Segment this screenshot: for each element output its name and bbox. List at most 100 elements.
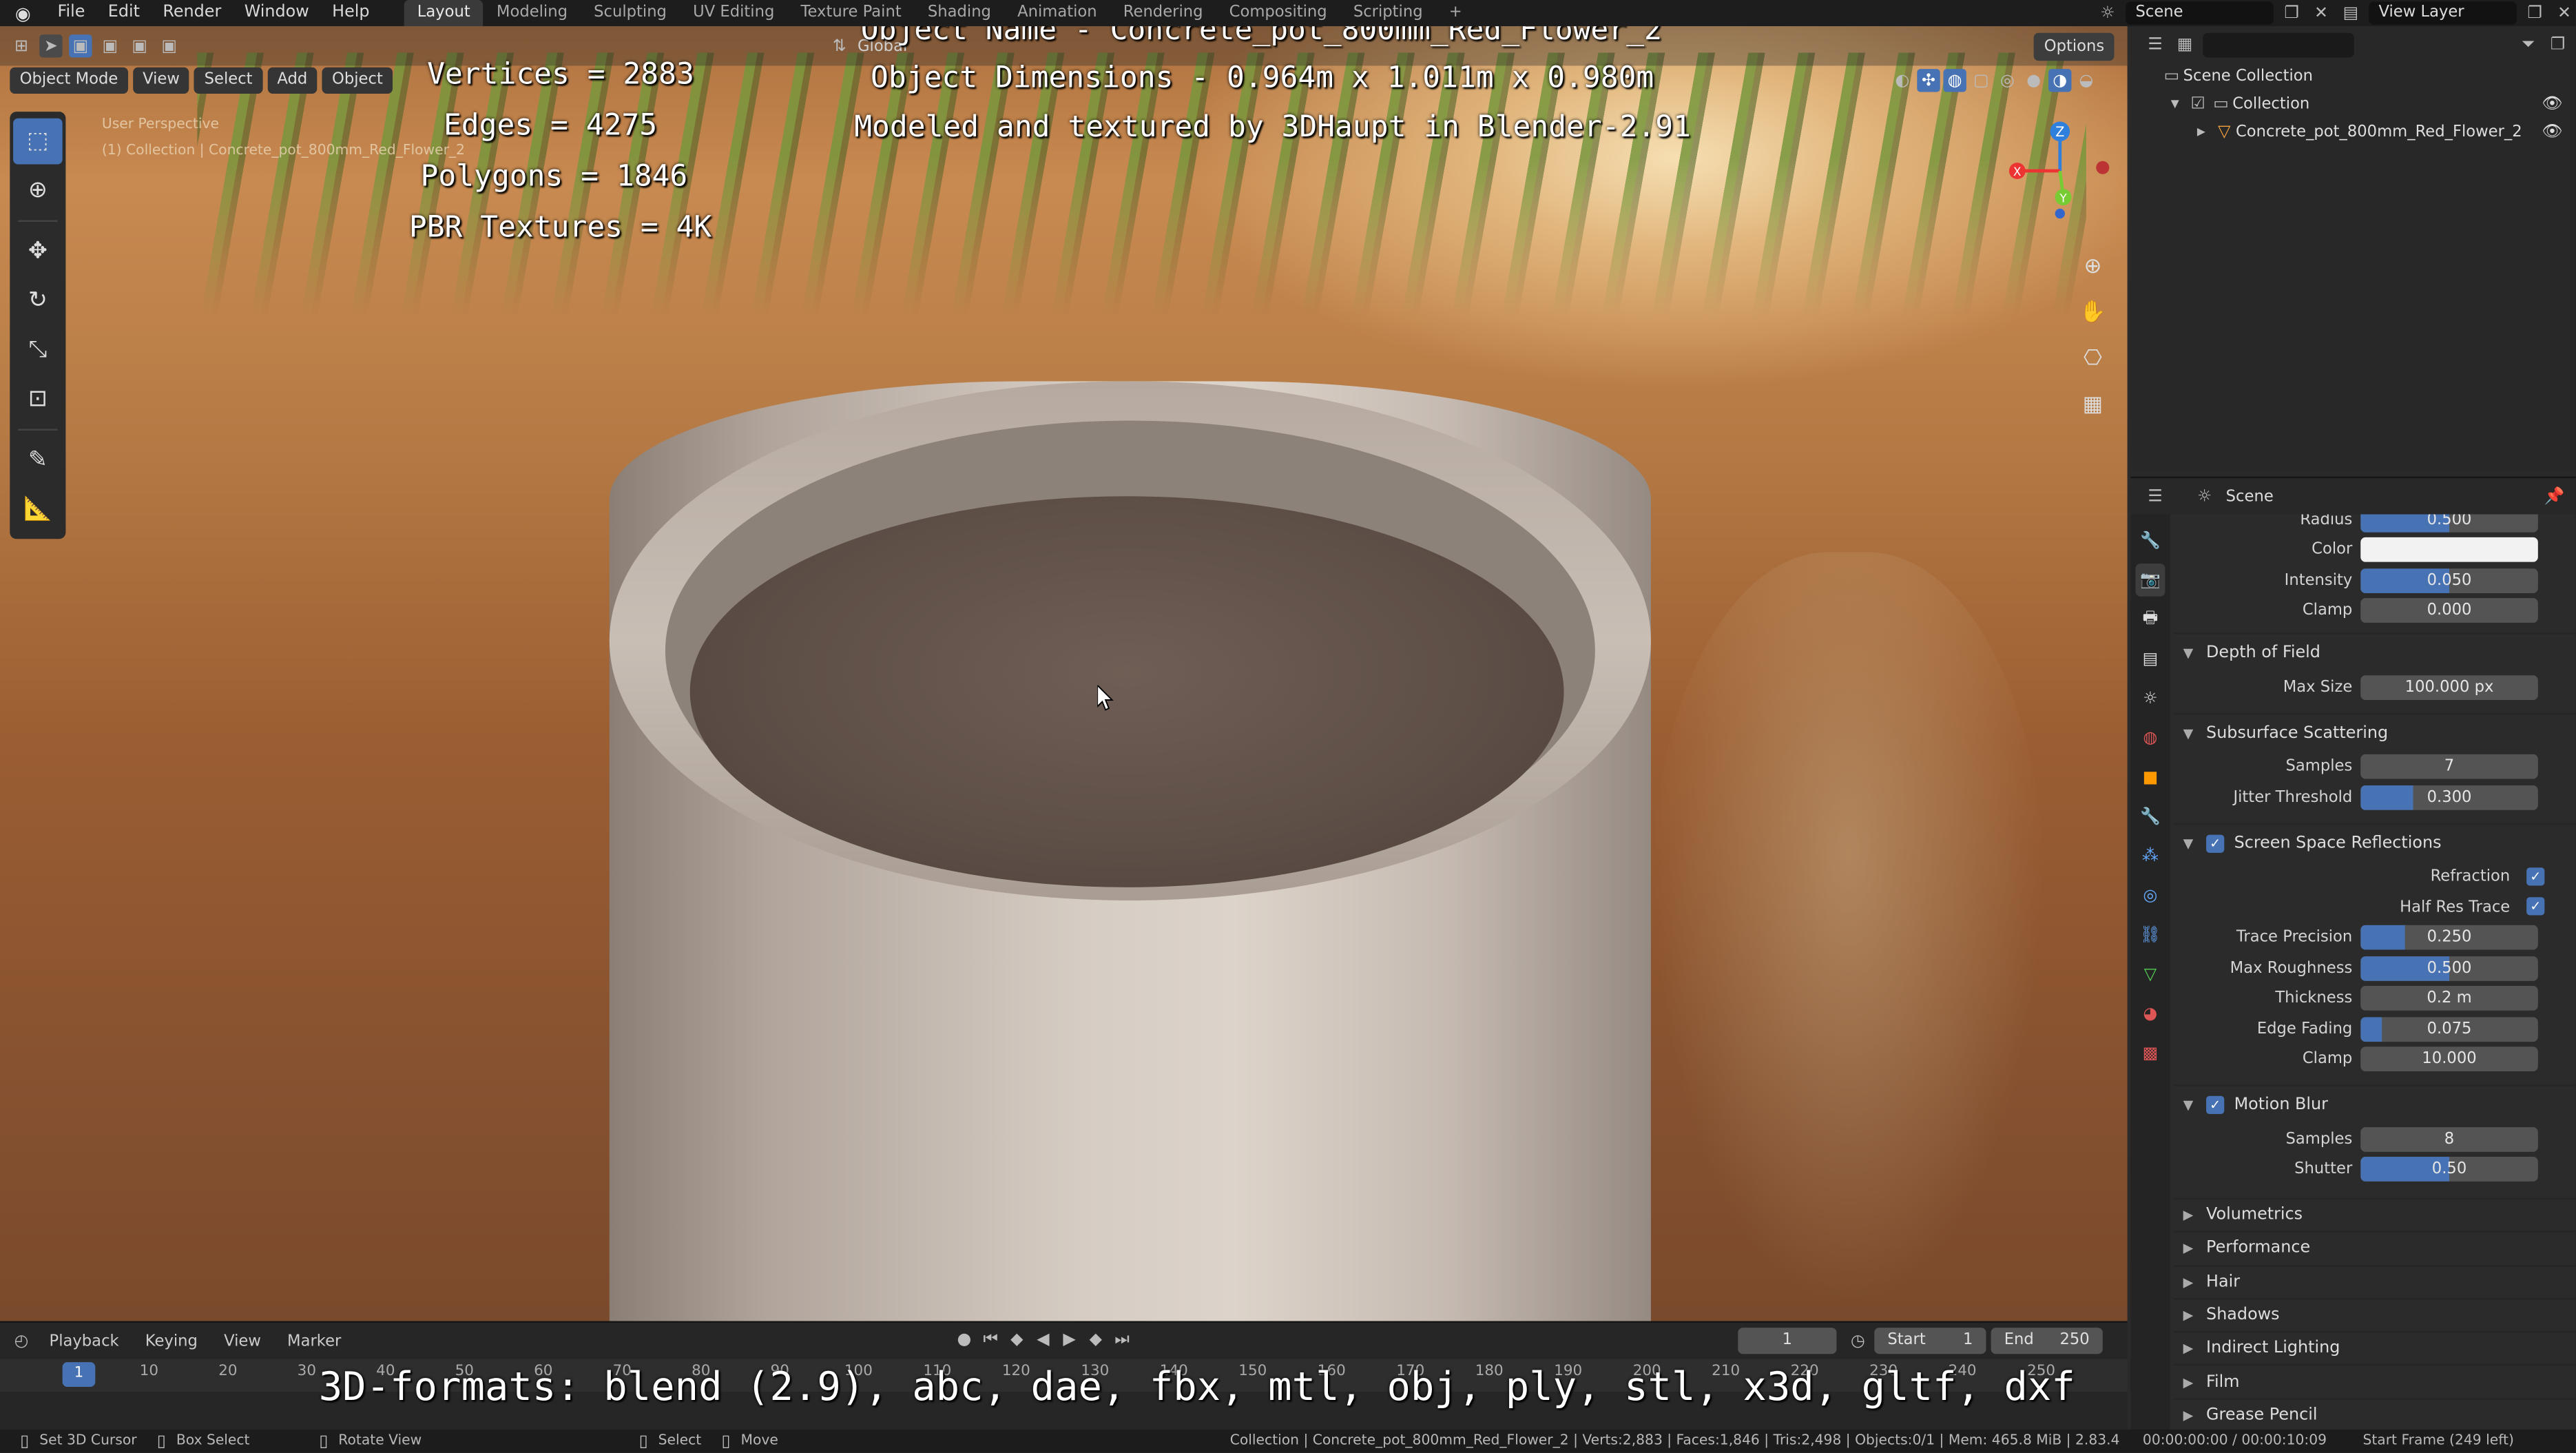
measure-tool-icon[interactable]: 📐 bbox=[13, 486, 63, 533]
output-tab-icon[interactable]: 🖶 bbox=[2136, 603, 2165, 636]
menu-timeline-view[interactable]: View bbox=[214, 1332, 271, 1350]
intensity-slider[interactable]: 0.050 bbox=[2360, 568, 2538, 593]
select-mode-invert-icon[interactable]: ▣ bbox=[158, 34, 180, 57]
visibility-icon[interactable]: ◐ bbox=[1891, 69, 1913, 92]
clamp-field[interactable]: 0.000 bbox=[2360, 598, 2538, 624]
navigation-gizmo[interactable]: Z X Y bbox=[1997, 118, 2116, 224]
texture-tab-icon[interactable]: ▩ bbox=[2136, 1037, 2165, 1070]
pan-hand-icon[interactable]: ✋ bbox=[2075, 294, 2110, 330]
menu-playback[interactable]: Playback bbox=[39, 1332, 129, 1350]
play-reverse-icon[interactable]: ◀ bbox=[1032, 1328, 1055, 1350]
mb-samples-field[interactable]: 8 bbox=[2360, 1126, 2538, 1152]
preview-range-icon[interactable]: ◷ bbox=[1847, 1329, 1869, 1352]
wireframe-shading-icon[interactable]: ◎ bbox=[1996, 69, 2019, 92]
max-size-field[interactable]: 100.000 px bbox=[2360, 674, 2538, 700]
view-layer-icon[interactable]: ▤ bbox=[2339, 1, 2362, 24]
expand-arrow-icon[interactable]: ▸ bbox=[2190, 121, 2212, 143]
section-volumetrics[interactable]: ▶ Volumetrics bbox=[2173, 1197, 2576, 1231]
jump-end-icon[interactable]: ⏭ bbox=[1110, 1328, 1133, 1350]
sss-samples-field[interactable]: 7 bbox=[2360, 754, 2538, 780]
menu-select[interactable]: Select bbox=[194, 67, 262, 94]
tab-uv-editing[interactable]: UV Editing bbox=[680, 0, 787, 26]
transform-tool-icon[interactable]: ⊡ bbox=[13, 376, 63, 422]
menu-edit[interactable]: Edit bbox=[96, 0, 152, 26]
data-tab-icon[interactable]: ▽ bbox=[2136, 958, 2165, 991]
collection-checkbox-icon[interactable]: ☑ bbox=[2186, 93, 2209, 116]
tab-layout[interactable]: Layout bbox=[404, 0, 484, 27]
section-film[interactable]: ▶ Film bbox=[2173, 1364, 2576, 1398]
menu-keying[interactable]: Keying bbox=[136, 1332, 208, 1350]
half-res-checkbox[interactable]: ✓ bbox=[2526, 897, 2545, 916]
tab-rendering[interactable]: Rendering bbox=[1110, 0, 1216, 26]
tool-tab-icon[interactable]: 🔧 bbox=[2136, 524, 2165, 557]
properties-editor-icon[interactable]: ☰ bbox=[2143, 485, 2166, 508]
tab-animation[interactable]: Animation bbox=[1004, 0, 1110, 26]
select-box-tool-icon[interactable]: ⬚ bbox=[13, 118, 63, 165]
new-scene-icon[interactable]: ❐ bbox=[2280, 1, 2303, 24]
delete-view-layer-icon[interactable]: ✕ bbox=[2553, 1, 2575, 24]
section-screen-space-reflections[interactable]: ▼ ✓ Screen Space Reflections bbox=[2173, 822, 2576, 862]
section-indirect-lighting[interactable]: ▶ Indirect Lighting bbox=[2173, 1331, 2576, 1364]
filter-icon[interactable]: ⏷ bbox=[2517, 33, 2539, 56]
scene-field[interactable]: Scene bbox=[2126, 1, 2274, 25]
trace-precision-slider[interactable]: 0.250 bbox=[2360, 925, 2538, 951]
section-motion-blur[interactable]: ▼ ✓ Motion Blur bbox=[2173, 1084, 2576, 1124]
menu-file[interactable]: File bbox=[46, 0, 96, 26]
delete-scene-icon[interactable]: ✕ bbox=[2309, 1, 2332, 24]
playhead[interactable]: 1 bbox=[62, 1362, 96, 1387]
max-roughness-slider[interactable]: 0.500 bbox=[2360, 956, 2538, 981]
orientation-icon[interactable]: ⇅ bbox=[828, 34, 851, 57]
blender-logo-icon[interactable]: ◉ bbox=[0, 0, 46, 26]
menu-render[interactable]: Render bbox=[152, 0, 233, 26]
new-view-layer-icon[interactable]: ❐ bbox=[2523, 1, 2546, 24]
section-subsurface-scattering[interactable]: ▼ Subsurface Scattering bbox=[2173, 712, 2576, 752]
thickness-field[interactable]: 0.2 m bbox=[2360, 986, 2538, 1011]
select-mode-extend-icon[interactable]: ▣ bbox=[98, 34, 121, 57]
tab-texture-paint[interactable]: Texture Paint bbox=[787, 0, 914, 26]
view-layer-field[interactable]: View Layer bbox=[2369, 1, 2517, 25]
section-hair[interactable]: ▶ Hair bbox=[2173, 1264, 2576, 1297]
cursor-tool-icon[interactable]: ⊕ bbox=[13, 167, 63, 214]
end-frame-field[interactable]: End 250 bbox=[1991, 1328, 2103, 1354]
ssr-checkbox[interactable]: ✓ bbox=[2206, 834, 2225, 852]
radius-slider[interactable]: 0.500 bbox=[2360, 514, 2538, 533]
move-tool-icon[interactable]: ✥ bbox=[13, 229, 63, 275]
play-icon[interactable]: ▶ bbox=[1058, 1328, 1081, 1350]
outliner-row-scene-collection[interactable]: ▭ Scene Collection bbox=[2130, 63, 2575, 91]
object-tab-icon[interactable]: ■ bbox=[2136, 761, 2165, 794]
color-swatch[interactable] bbox=[2360, 537, 2538, 563]
annotate-tool-icon[interactable]: ✎ bbox=[13, 437, 63, 483]
section-depth-of-field[interactable]: ▼ Depth of Field bbox=[2173, 632, 2576, 672]
world-tab-icon[interactable]: ◍ bbox=[2136, 721, 2165, 754]
section-performance[interactable]: ▶ Performance bbox=[2173, 1231, 2576, 1264]
menu-help[interactable]: Help bbox=[320, 0, 381, 26]
tab-shading[interactable]: Shading bbox=[915, 0, 1004, 26]
perspective-toggle-icon[interactable]: ▦ bbox=[2075, 386, 2110, 422]
ssr-clamp-field[interactable]: 10.000 bbox=[2360, 1047, 2538, 1072]
record-icon[interactable]: ● bbox=[953, 1328, 975, 1350]
tab-sculpting[interactable]: Sculpting bbox=[581, 0, 680, 26]
tab-compositing[interactable]: Compositing bbox=[1216, 0, 1340, 26]
outliner-editor-icon[interactable]: ☰ bbox=[2143, 33, 2166, 56]
eye-icon[interactable]: 👁 bbox=[2542, 95, 2562, 113]
render-tab-icon[interactable]: 📷 bbox=[2135, 564, 2165, 597]
menu-window[interactable]: Window bbox=[233, 0, 320, 26]
timeline-editor-icon[interactable]: ◴ bbox=[10, 1329, 32, 1352]
particles-tab-icon[interactable]: ⁂ bbox=[2136, 840, 2165, 873]
jitter-slider[interactable]: 0.300 bbox=[2360, 785, 2538, 810]
options-dropdown[interactable]: Options bbox=[2034, 32, 2115, 61]
scale-tool-icon[interactable]: ⤡ bbox=[13, 327, 63, 373]
jump-start-icon[interactable]: ⏮ bbox=[979, 1328, 1001, 1350]
next-keyframe-icon[interactable]: ◆ bbox=[1084, 1328, 1107, 1350]
shutter-slider[interactable]: 0.50 bbox=[2360, 1157, 2538, 1182]
menu-marker[interactable]: Marker bbox=[278, 1332, 351, 1350]
start-frame-field[interactable]: Start 1 bbox=[1874, 1328, 1986, 1354]
scene-tab-icon[interactable]: ☼ bbox=[2136, 682, 2165, 715]
outliner-search-input[interactable] bbox=[2203, 32, 2354, 57]
add-workspace-icon[interactable]: + bbox=[1436, 0, 1475, 26]
prev-keyframe-icon[interactable]: ◆ bbox=[1006, 1328, 1028, 1350]
pin-icon[interactable]: 📌 bbox=[2543, 485, 2566, 508]
rotate-tool-icon[interactable]: ↻ bbox=[13, 278, 63, 324]
outliner-row-object[interactable]: ▸ ▽ Concrete_pot_800mm_Red_Flower_2 👁 bbox=[2130, 118, 2575, 147]
rendered-shading-icon[interactable]: ◒ bbox=[2075, 69, 2097, 92]
